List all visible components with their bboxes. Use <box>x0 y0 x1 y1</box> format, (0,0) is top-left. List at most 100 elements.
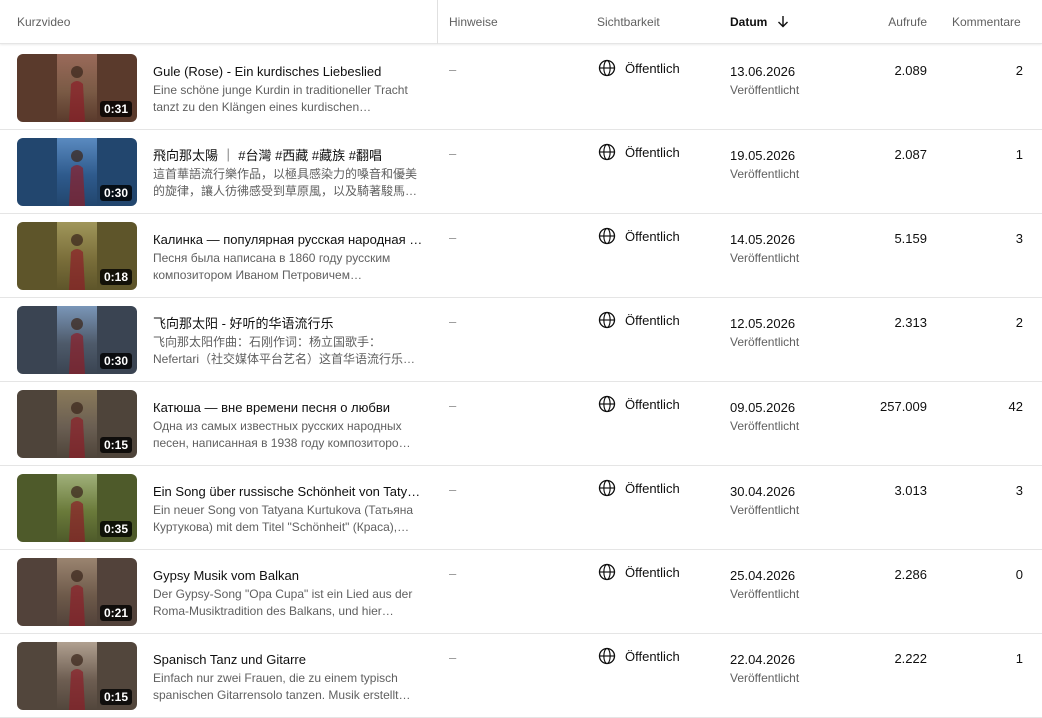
column-header-views[interactable]: Aufrufe <box>826 15 927 29</box>
video-duration: 0:21 <box>99 605 132 621</box>
video-row[interactable]: 0:30 飞向那太阳 - 好听的华语流行乐 飞向那太阳作曲：石刚作词：杨立国歌手… <box>0 298 1042 382</box>
video-thumbnail[interactable]: 0:18 <box>17 222 137 290</box>
video-comments[interactable]: 3 <box>940 231 1023 246</box>
video-duration: 0:30 <box>99 185 132 201</box>
visibility-selector[interactable]: Öffentlich <box>597 58 680 78</box>
video-duration: 0:30 <box>99 353 132 369</box>
video-description: Ein neuer Song von Tatyana Kurtukova (Та… <box>153 503 413 534</box>
video-hint: – <box>449 482 457 497</box>
video-status: Veröffentlicht <box>730 167 800 181</box>
column-header-comments[interactable]: Kommentare <box>952 15 1021 29</box>
video-description: Der Gypsy-Song "Opa Cupa" ist ein Lied a… <box>153 587 413 618</box>
video-thumbnail[interactable]: 0:30 <box>17 138 137 206</box>
video-hint: – <box>449 62 457 77</box>
thumbnail-blur-left <box>17 54 57 122</box>
video-comments[interactable]: 1 <box>940 651 1023 666</box>
video-description: Песня была написана в 1860 году русским … <box>153 251 391 282</box>
globe-icon <box>598 647 616 665</box>
video-title[interactable]: Ein Song über russische Schönheit von Ta… <box>153 483 423 500</box>
video-title[interactable]: Spanisch Tanz und Gitarre <box>153 651 423 668</box>
video-row[interactable]: 0:30 飛向那太陽 ｜ #台灣 #西藏 #藏族 #翻唱 這首華語流行樂作品，以… <box>0 130 1042 214</box>
video-thumbnail[interactable]: 0:21 <box>17 558 137 626</box>
visibility-label: Öffentlich <box>625 312 680 328</box>
thumbnail-image <box>57 642 97 710</box>
person-figure-icon <box>69 66 85 122</box>
video-row[interactable]: 0:15 Катюша — вне времени песня о любви … <box>0 382 1042 466</box>
visibility-selector[interactable]: Öffentlich <box>597 142 680 162</box>
column-header-date[interactable]: Datum <box>730 15 789 29</box>
video-description: 飞向那太阳作曲：石刚作词：杨立国歌手：Nefertari（社交媒体平台艺名）这首… <box>153 335 416 366</box>
thumbnail-image <box>57 306 97 374</box>
visibility-label: Öffentlich <box>625 228 680 244</box>
video-comments[interactable]: 3 <box>940 483 1023 498</box>
video-thumbnail[interactable]: 0:15 <box>17 642 137 710</box>
video-views: 2.222 <box>894 651 927 666</box>
globe-icon <box>598 563 616 581</box>
visibility-selector[interactable]: Öffentlich <box>597 310 680 330</box>
video-title[interactable]: Калинка — популярная русская народная пе… <box>153 231 423 248</box>
thumbnail-image <box>57 222 97 290</box>
video-views: 2.313 <box>894 315 927 330</box>
thumbnail-image <box>57 558 97 626</box>
video-status: Veröffentlicht <box>730 251 800 265</box>
visibility-label: Öffentlich <box>625 648 680 664</box>
video-hint: – <box>449 650 457 665</box>
video-comments[interactable]: 2 <box>940 315 1023 330</box>
column-header-video: Kurzvideo <box>17 15 71 29</box>
video-date: 14.05.2026 <box>730 232 796 247</box>
video-description: Eine schöne junge Kurdin in traditionell… <box>153 83 408 114</box>
video-views: 2.286 <box>894 567 927 582</box>
video-duration: 0:35 <box>99 521 132 537</box>
video-views: 5.159 <box>894 231 927 246</box>
thumbnail-blur-left <box>17 222 57 290</box>
video-title[interactable]: Gule (Rose) - Ein kurdisches Liebeslied <box>153 63 423 80</box>
visibility-selector[interactable]: Öffentlich <box>597 478 680 498</box>
thumbnail-image <box>57 138 97 206</box>
video-comments[interactable]: 0 <box>940 567 1023 582</box>
video-thumbnail[interactable]: 0:30 <box>17 306 137 374</box>
video-title[interactable]: 飛向那太陽 ｜ #台灣 #西藏 #藏族 #翻唱 <box>153 147 423 164</box>
video-row[interactable]: 0:18 Калинка — популярная русская народн… <box>0 214 1042 298</box>
person-figure-icon <box>69 402 85 458</box>
visibility-selector[interactable]: Öffentlich <box>597 226 680 246</box>
column-divider <box>437 0 438 44</box>
video-description: Одна из самых известных русских народных… <box>153 419 411 450</box>
visibility-label: Öffentlich <box>625 144 680 160</box>
globe-icon <box>598 311 616 329</box>
thumbnail-blur-left <box>17 642 57 710</box>
video-views: 2.089 <box>894 63 927 78</box>
video-comments[interactable]: 1 <box>940 147 1023 162</box>
visibility-label: Öffentlich <box>625 60 680 76</box>
thumbnail-image <box>57 54 97 122</box>
video-comments[interactable]: 42 <box>940 399 1023 414</box>
video-row[interactable]: 0:21 Gypsy Musik vom Balkan Der Gypsy-So… <box>0 550 1042 634</box>
video-status: Veröffentlicht <box>730 83 800 97</box>
video-date: 19.05.2026 <box>730 148 796 163</box>
globe-icon <box>598 59 616 77</box>
video-date: 09.05.2026 <box>730 400 796 415</box>
video-title[interactable]: Gypsy Musik vom Balkan <box>153 567 423 584</box>
table-header: Kurzvideo Hinweise Sichtbarkeit Datum Au… <box>0 0 1042 44</box>
video-hint: – <box>449 314 457 329</box>
video-row[interactable]: 0:15 Spanisch Tanz und Gitarre Einfach n… <box>0 634 1042 718</box>
video-row[interactable]: 0:31 Gule (Rose) - Ein kurdisches Liebes… <box>0 46 1042 130</box>
thumbnail-blur-left <box>17 138 57 206</box>
video-description: 這首華語流行樂作品，以極具感染力的嗓音和優美的旋律，讓人彷彿感受到草原風，以及騎… <box>153 167 418 198</box>
video-row[interactable]: 0:35 Ein Song über russische Schönheit v… <box>0 466 1042 550</box>
globe-icon <box>598 227 616 245</box>
visibility-selector[interactable]: Öffentlich <box>597 646 680 666</box>
video-title[interactable]: 飞向那太阳 - 好听的华语流行乐 <box>153 315 423 332</box>
video-hint: – <box>449 398 457 413</box>
video-description: Einfach nur zwei Frauen, die zu einem ty… <box>153 671 411 702</box>
video-list: 0:31 Gule (Rose) - Ein kurdisches Liebes… <box>0 46 1042 718</box>
thumbnail-blur-left <box>17 390 57 458</box>
visibility-selector[interactable]: Öffentlich <box>597 394 680 414</box>
visibility-selector[interactable]: Öffentlich <box>597 562 680 582</box>
video-thumbnail[interactable]: 0:15 <box>17 390 137 458</box>
video-thumbnail[interactable]: 0:31 <box>17 54 137 122</box>
video-thumbnail[interactable]: 0:35 <box>17 474 137 542</box>
video-date: 22.04.2026 <box>730 652 796 667</box>
video-status: Veröffentlicht <box>730 671 800 685</box>
video-title[interactable]: Катюша — вне времени песня о любви <box>153 399 423 416</box>
video-comments[interactable]: 2 <box>940 63 1023 78</box>
